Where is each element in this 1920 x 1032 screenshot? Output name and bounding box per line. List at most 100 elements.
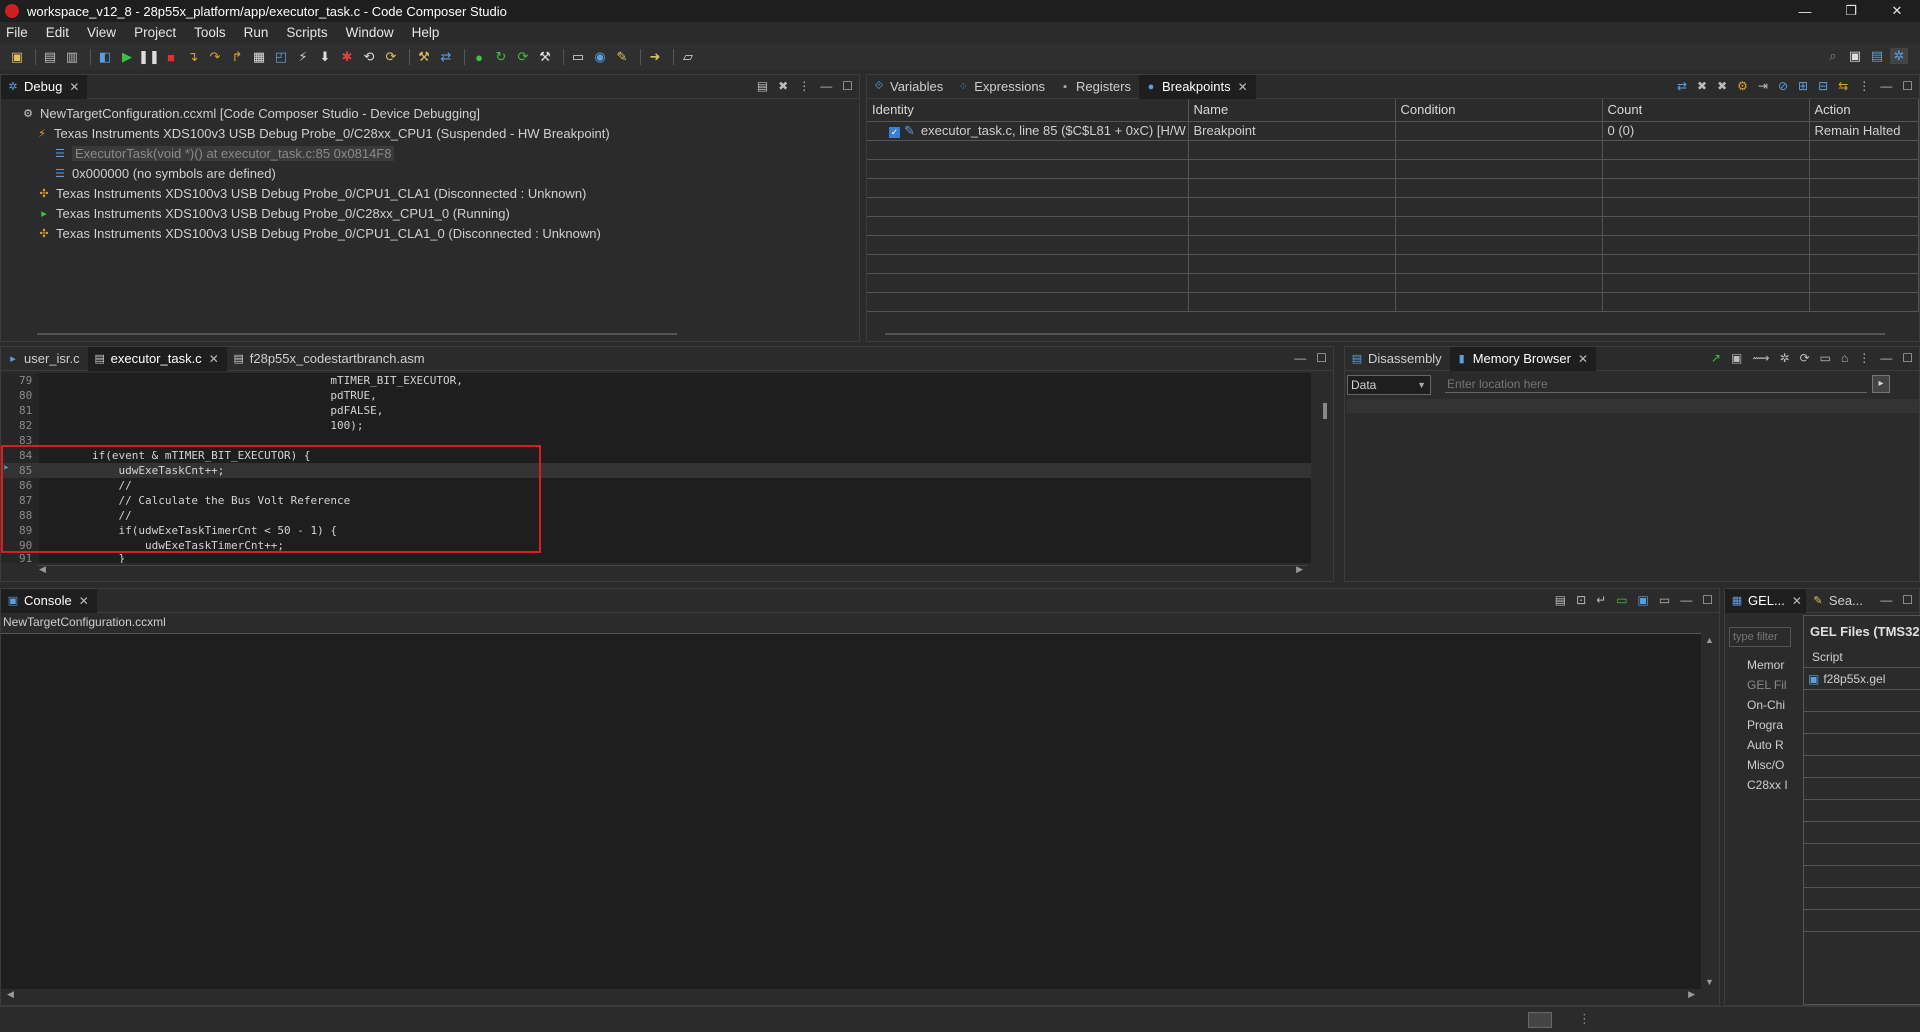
progress-icon[interactable]	[1528, 1012, 1552, 1028]
minimize-view-icon[interactable]: —	[1880, 593, 1892, 607]
vertical-scrollbar[interactable]: ▲ ▼	[1701, 633, 1719, 989]
column-header-script[interactable]: Script	[1804, 646, 1920, 668]
list-item[interactable]: Misc/O	[1725, 755, 1801, 775]
go-button[interactable]: ▸	[1872, 375, 1890, 393]
table-row[interactable]: ✓ ✎ executor_task.c, line 85 ($C$L81 + 0xC…	[867, 121, 1919, 141]
tree-row[interactable]: ✣ Texas Instruments XDS100v3 USB Debug P…	[7, 223, 859, 243]
connect-icon[interactable]: ⚡	[294, 49, 312, 65]
maximize-view-icon[interactable]: ☐	[1316, 351, 1327, 365]
tab-gel[interactable]: ▦ GEL... ✕	[1725, 588, 1806, 613]
external-tools-icon[interactable]: ⚒	[536, 49, 554, 65]
scroll-left-icon[interactable]: ◀	[7, 989, 14, 1000]
close-icon[interactable]: ✕	[1578, 352, 1588, 366]
show-breakpoints-icon[interactable]: ⚙	[1737, 79, 1748, 93]
step-over-icon[interactable]: ↷	[206, 49, 224, 65]
grid-icon[interactable]: ▦	[250, 49, 268, 65]
tree-row[interactable]: ✣ Texas Instruments XDS100v3 USB Debug P…	[7, 183, 859, 203]
tree-row[interactable]: ☰ 0x000000 (no symbols are defined)	[7, 163, 859, 183]
checkbox-checked-icon[interactable]: ✓	[889, 126, 900, 138]
scroll-down-icon[interactable]: ▼	[1705, 977, 1714, 987]
remove-breakpoint-icon[interactable]: ✖	[1697, 79, 1707, 93]
vertical-scrollbar[interactable]	[1319, 373, 1333, 563]
pin-console-icon[interactable]: ▭	[1616, 593, 1627, 607]
code-line[interactable]: 79 mTIMER_BIT_EXECUTOR,	[1, 373, 1311, 388]
view-menu-icon[interactable]: ⋮	[798, 79, 810, 93]
minimize-view-icon[interactable]: —	[1680, 593, 1692, 607]
tab-expressions[interactable]: ⁘ Expressions	[951, 75, 1053, 99]
horizontal-scrollbar[interactable]	[885, 333, 1885, 335]
more-icon[interactable]: ⋮	[1578, 1011, 1591, 1027]
expand-all-icon[interactable]: ⊞	[1798, 79, 1808, 93]
open-console-icon[interactable]: ▭	[1659, 593, 1670, 607]
column-header-condition[interactable]: Condition	[1395, 99, 1603, 122]
tab-codestartbranch[interactable]: ▤ f28p55x_codestartbranch.asm	[227, 347, 433, 371]
load-program-icon[interactable]: ⬇	[316, 49, 334, 65]
tab-executor-task[interactable]: ▤ executor_task.c ✕	[87, 346, 227, 371]
maximize-view-icon[interactable]: ☐	[1902, 593, 1913, 607]
horizontal-scrollbar[interactable]: ◀ ▶	[37, 564, 1307, 575]
maximize-view-icon[interactable]: ☐	[1702, 593, 1713, 607]
list-item[interactable]: GEL Fil	[1725, 675, 1801, 695]
maximize-view-icon[interactable]: ☐	[842, 79, 853, 93]
build-icon[interactable]: ⚒	[415, 49, 433, 65]
collapse-icon[interactable]: ▤	[757, 79, 768, 93]
maximize-view-icon[interactable]: ☐	[1902, 351, 1913, 365]
tab-debug[interactable]: ✲ Debug ✕	[1, 74, 88, 99]
suspend-icon[interactable]: ❚❚	[138, 49, 160, 65]
open-perspective-icon[interactable]: ▱	[679, 49, 697, 65]
scroll-right-icon[interactable]: ▶	[1688, 989, 1695, 1000]
filter-input[interactable]: type filter	[1729, 627, 1791, 647]
view-menu-icon[interactable]: ⋮	[1858, 351, 1870, 365]
tree-row[interactable]: ☰ ExecutorTask(void *)() at executor_tas…	[7, 143, 859, 163]
terminate-icon[interactable]: ■	[162, 49, 180, 65]
minimize-view-icon[interactable]: —	[1294, 351, 1306, 365]
menu-scripts[interactable]: Scripts	[286, 25, 327, 40]
horizontal-scrollbar[interactable]	[37, 333, 677, 335]
pin-icon[interactable]: ⌂	[1841, 351, 1848, 365]
column-header-action[interactable]: Action	[1809, 99, 1919, 122]
skip-breakpoints-icon[interactable]: ⊘	[1778, 79, 1788, 93]
link-icon[interactable]: ⇆	[1838, 79, 1848, 93]
column-header-identity[interactable]: Identity	[867, 99, 1189, 122]
close-icon[interactable]: ✕	[1792, 594, 1802, 608]
open-perspective-button-icon[interactable]: ▣	[1846, 48, 1864, 64]
tab-search[interactable]: ✎ Sea...	[1806, 589, 1867, 613]
tree-row[interactable]: ⚡ Texas Instruments XDS100v3 USB Debug P…	[7, 123, 859, 143]
save-memory-icon[interactable]: ▣	[1731, 351, 1742, 365]
remove-all-breakpoints-icon[interactable]: ✖	[1717, 79, 1727, 93]
horizontal-scrollbar[interactable]: ◀ ▶	[1, 989, 1701, 1003]
code-line[interactable]: 80 pdTRUE,	[1, 388, 1311, 403]
fill-memory-icon[interactable]: ✲	[1780, 351, 1790, 365]
list-item[interactable]: C28xx I	[1725, 775, 1801, 795]
word-wrap-icon[interactable]: ↵	[1596, 593, 1606, 607]
reset-icon[interactable]: ✱	[338, 49, 356, 65]
minimize-view-icon[interactable]: —	[1880, 351, 1892, 365]
tab-disassembly[interactable]: ▤ Disassembly	[1345, 347, 1450, 371]
load-memory-icon[interactable]: ⟿	[1752, 351, 1769, 365]
menu-window[interactable]: Window	[346, 25, 394, 40]
refresh-icon[interactable]: ⟳	[1800, 351, 1810, 365]
instruction-step-icon[interactable]: ◰	[272, 49, 290, 65]
tab-console[interactable]: ▣ Console ✕	[1, 588, 97, 613]
code-line[interactable]: 81 pdFALSE,	[1, 403, 1311, 418]
restart-icon[interactable]: ⟲	[360, 49, 378, 65]
menu-run[interactable]: Run	[244, 25, 269, 40]
new-tab-icon[interactable]: ▭	[1820, 351, 1831, 365]
goto-file-icon[interactable]: ⇥	[1758, 79, 1768, 93]
list-item[interactable]: Auto R	[1725, 735, 1801, 755]
minimize-view-icon[interactable]: —	[1880, 79, 1892, 93]
step-into-icon[interactable]: ↴	[184, 49, 202, 65]
ccs-debug-perspective-icon[interactable]: ✲	[1890, 48, 1908, 64]
scroll-right-icon[interactable]: ▶	[1296, 564, 1303, 575]
run-icon[interactable]: ⟳	[514, 49, 532, 65]
link-icon[interactable]: ↗	[1711, 351, 1721, 365]
maximize-button[interactable]: ❐	[1828, 0, 1874, 22]
breakpoint-identity-cell[interactable]: ✓ ✎ executor_task.c, line 85 ($C$L81 + 0xC…	[867, 121, 1189, 141]
tree-row[interactable]: ⚙ NewTargetConfiguration.ccxml [Code Com…	[7, 103, 859, 123]
column-header-name[interactable]: Name	[1188, 99, 1396, 122]
close-icon[interactable]: ✕	[79, 594, 89, 608]
close-icon[interactable]: ✕	[69, 80, 79, 94]
tab-registers[interactable]: ▪ Registers	[1053, 75, 1139, 99]
search-icon[interactable]: ⌕	[1824, 48, 1842, 64]
list-item[interactable]: Memor	[1725, 655, 1801, 675]
